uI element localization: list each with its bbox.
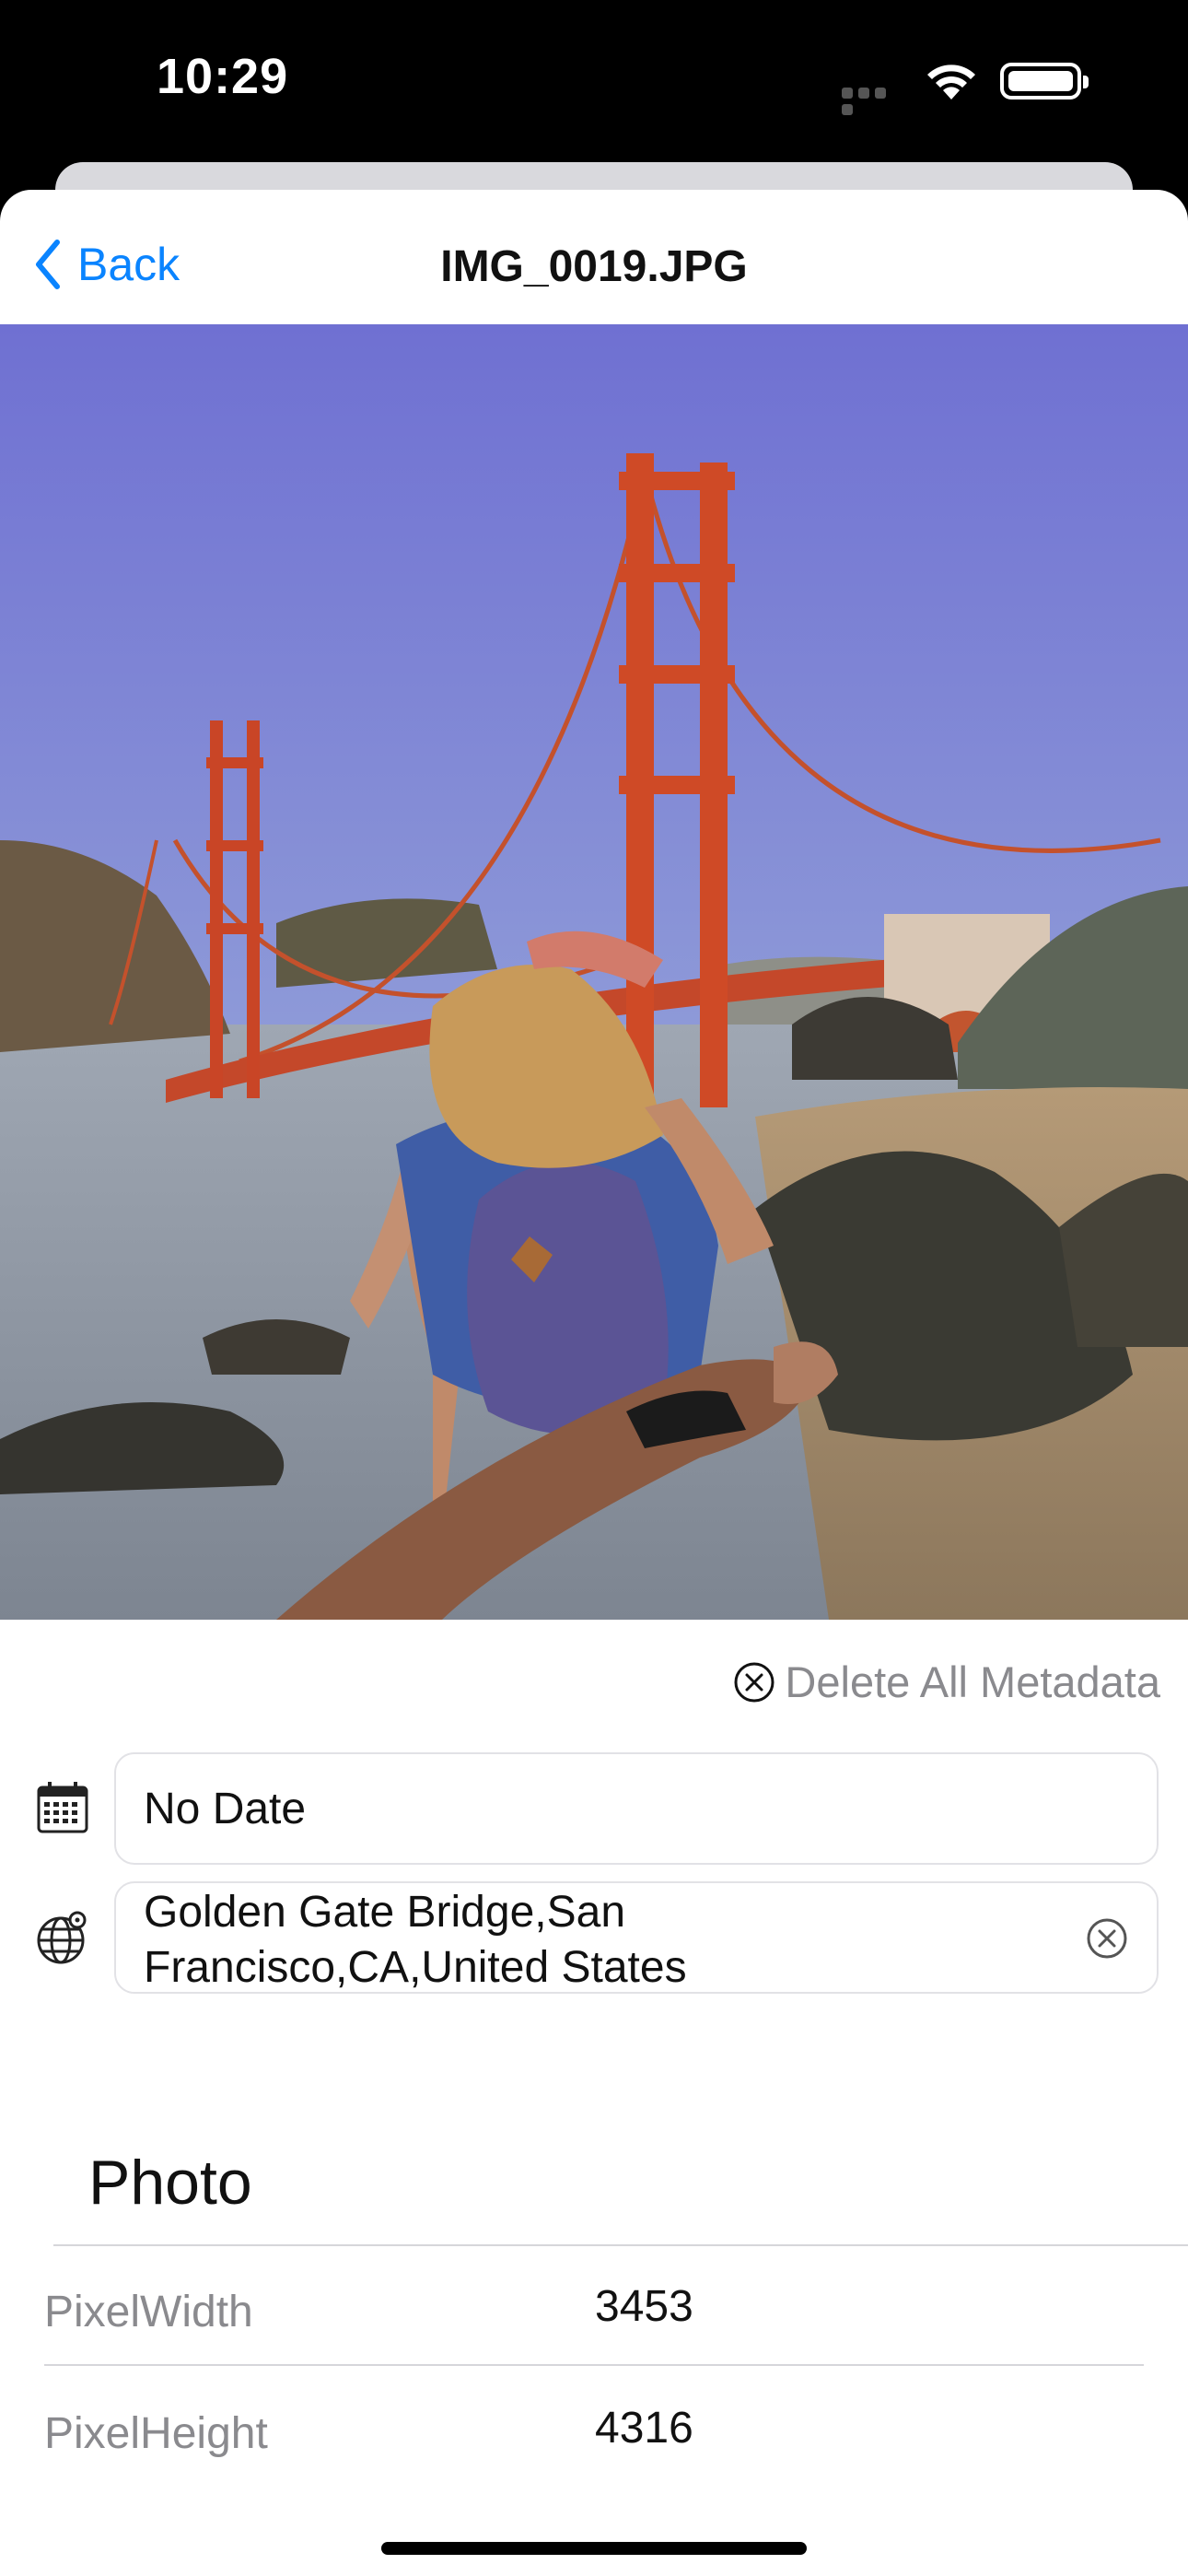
clear-location-icon[interactable] xyxy=(1085,1916,1129,1961)
meta-value-pixel-height: 4316 xyxy=(595,2404,693,2453)
date-value: No Date xyxy=(144,1785,307,1833)
navigation-bar: Back IMG_0019.JPG xyxy=(0,190,1188,324)
meta-value-pixel-width: 3453 xyxy=(595,2282,693,2331)
delete-all-metadata-button[interactable]: Delete All Metadata xyxy=(733,1657,1160,1707)
date-field[interactable]: No Date xyxy=(114,1752,1159,1865)
cellular-signal-icon xyxy=(842,87,906,115)
location-line-2: Francisco,CA,United States xyxy=(144,1943,687,1992)
calendar-icon xyxy=(37,1782,88,1833)
circle-x-icon xyxy=(734,1662,775,1702)
meta-key-pixel-height: PixelHeight xyxy=(44,2409,268,2458)
photo-detail-sheet: Back IMG_0019.JPG Delete All Metadata No… xyxy=(0,190,1188,2576)
status-time: 10:29 xyxy=(157,49,289,104)
section-title: Photo xyxy=(88,2148,252,2218)
delete-all-label: Delete All Metadata xyxy=(785,1657,1160,1706)
location-line-1: Golden Gate Bridge,San xyxy=(144,1888,626,1937)
home-indicator xyxy=(381,2542,807,2555)
section-divider xyxy=(53,2244,1188,2246)
status-bar: 10:29 xyxy=(0,0,1188,175)
meta-key-pixel-width: PixelWidth xyxy=(44,2288,253,2336)
globe-location-icon xyxy=(37,1911,87,1964)
page-title: IMG_0019.JPG xyxy=(440,242,748,291)
wifi-icon xyxy=(927,64,975,100)
location-field[interactable]: Golden Gate Bridge,San Francisco,CA,Unit… xyxy=(114,1881,1159,1994)
battery-icon xyxy=(1000,63,1089,100)
row-divider xyxy=(44,2364,1144,2366)
photo-image[interactable] xyxy=(0,324,1188,1620)
